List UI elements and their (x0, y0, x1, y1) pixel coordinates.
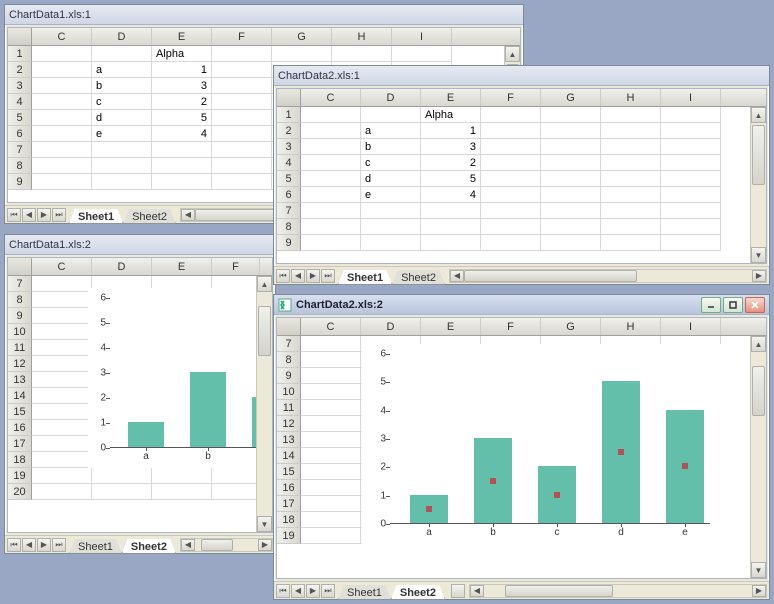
vertical-scrollbar[interactable]: ▲ ▼ (750, 336, 766, 578)
nav-prev-icon[interactable]: ◀ (22, 208, 36, 222)
nav-first-icon[interactable]: ⏮ (7, 208, 21, 222)
nav-last-icon[interactable]: ⏭ (321, 269, 335, 283)
window-chartdata2-2: ChartData2.xls:2 C D E F G H I 7 8 9 10 … (273, 294, 770, 600)
chart-bar (128, 422, 164, 447)
minimize-button[interactable] (701, 297, 721, 313)
nav-next-icon[interactable]: ▶ (37, 208, 51, 222)
spreadsheet-content: C D E F 7 8 9 10 11 12 13 14 15 16 17 18… (7, 257, 273, 533)
maximize-button[interactable] (723, 297, 743, 313)
select-all-corner[interactable] (8, 258, 32, 275)
scroll-down-icon[interactable]: ▼ (257, 516, 272, 532)
embedded-chart[interactable]: 0123456abc (88, 288, 273, 468)
tab-sheet1[interactable]: Sheet1 (69, 209, 123, 224)
tab-split-handle[interactable] (451, 584, 465, 598)
window-title: ChartData2.xls:2 (296, 299, 383, 311)
nav-prev-icon[interactable]: ◀ (291, 269, 305, 283)
col-D[interactable]: D (92, 28, 152, 45)
nav-first-icon[interactable]: ⏮ (276, 269, 290, 283)
scroll-left-icon[interactable]: ◀ (181, 209, 195, 221)
grid[interactable]: 1Alpha 2a1 3b3 4c2 5d5 6e4 7 8 9 (277, 107, 766, 251)
nav-last-icon[interactable]: ⏭ (321, 584, 335, 598)
chart-marker (426, 506, 432, 512)
nav-first-icon[interactable]: ⏮ (7, 538, 21, 552)
chart-bar (190, 372, 226, 447)
tab-sheet1[interactable]: Sheet1 (338, 585, 391, 600)
nav-next-icon[interactable]: ▶ (306, 584, 320, 598)
col-E[interactable]: E (152, 28, 212, 45)
column-header-row: C D E F G H I (8, 28, 520, 46)
chart-marker (682, 463, 688, 469)
tab-sheet1[interactable]: Sheet1 (69, 539, 122, 554)
window-title: ChartData1.xls:2 (9, 239, 91, 251)
cell-alpha[interactable]: Alpha (152, 46, 212, 62)
col-I[interactable]: I (392, 28, 452, 45)
window-chartdata1-2: ChartData1.xls:2 C D E F 7 8 9 10 11 12 … (4, 234, 276, 554)
scroll-up-icon[interactable]: ▲ (257, 276, 272, 292)
nav-last-icon[interactable]: ⏭ (52, 208, 66, 222)
close-button[interactable] (745, 297, 765, 313)
excel-file-icon (278, 298, 292, 312)
tab-sheet2[interactable]: Sheet2 (122, 539, 176, 554)
tab-sheet1[interactable]: Sheet1 (338, 270, 392, 285)
vertical-scrollbar[interactable]: ▲ ▼ (256, 276, 272, 532)
tab-sheet2[interactable]: Sheet2 (123, 209, 176, 224)
chart-marker (490, 478, 496, 484)
window-chartdata2-1: ChartData2.xls:1 C D E F G H I 1Alpha 2a… (273, 65, 770, 285)
embedded-chart[interactable]: 0123456abcde (362, 344, 722, 549)
col-H[interactable]: H (332, 28, 392, 45)
nav-next-icon[interactable]: ▶ (306, 269, 320, 283)
window-title: ChartData2.xls:1 (278, 70, 360, 82)
row-head[interactable]: 1 (8, 46, 32, 62)
titlebar[interactable]: ChartData1.xls:1 (5, 5, 523, 25)
nav-last-icon[interactable]: ⏭ (52, 538, 66, 552)
nav-first-icon[interactable]: ⏮ (276, 584, 290, 598)
chart-marker (618, 449, 624, 455)
tab-sheet2[interactable]: Sheet2 (391, 585, 445, 600)
titlebar[interactable]: ChartData2.xls:1 (274, 66, 769, 86)
col-G[interactable]: G (272, 28, 332, 45)
nav-prev-icon[interactable]: ◀ (22, 538, 36, 552)
chart-marker (554, 492, 560, 498)
col-C[interactable]: C (32, 28, 92, 45)
nav-prev-icon[interactable]: ◀ (291, 584, 305, 598)
tab-sheet2[interactable]: Sheet2 (392, 270, 445, 285)
window-title: ChartData1.xls:1 (9, 9, 91, 21)
vertical-scrollbar[interactable]: ▲ ▼ (750, 107, 766, 263)
titlebar[interactable]: ChartData1.xls:2 (5, 235, 275, 255)
select-all-corner[interactable] (8, 28, 32, 45)
select-all-corner[interactable] (277, 318, 301, 335)
nav-next-icon[interactable]: ▶ (37, 538, 51, 552)
scroll-up-icon[interactable]: ▲ (505, 46, 520, 62)
titlebar[interactable]: ChartData2.xls:2 (274, 295, 769, 315)
col-F[interactable]: F (212, 28, 272, 45)
select-all-corner[interactable] (277, 89, 301, 106)
